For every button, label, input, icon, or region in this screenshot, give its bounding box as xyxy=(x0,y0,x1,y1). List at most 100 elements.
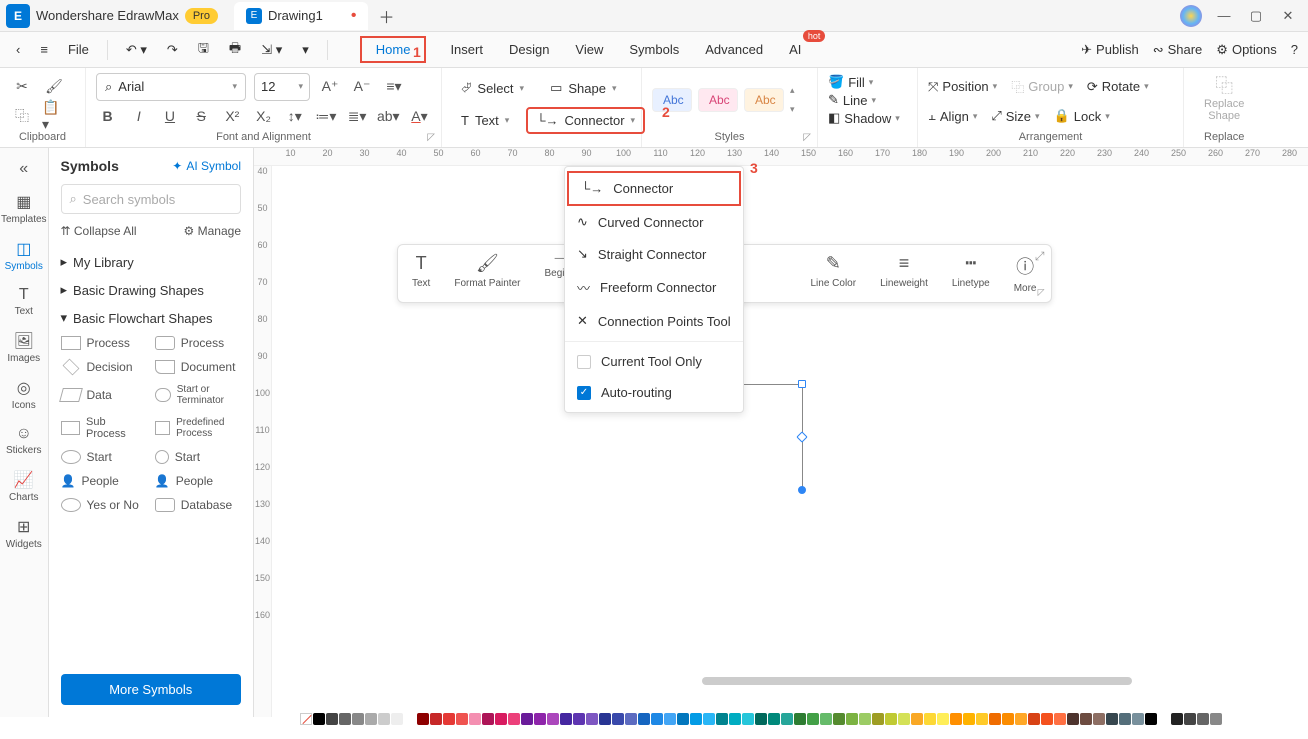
shape-decision[interactable]: Decision xyxy=(61,360,147,374)
color-swatch[interactable] xyxy=(508,713,520,725)
color-swatch[interactable] xyxy=(690,713,702,725)
color-swatch[interactable] xyxy=(820,713,832,725)
style-down[interactable]: ▾ xyxy=(790,104,795,115)
color-swatch[interactable] xyxy=(495,713,507,725)
tab-advanced[interactable]: Advanced xyxy=(703,36,765,63)
canvas[interactable]: └→Connector ∿Curved Connector ↘Straight … xyxy=(272,166,1308,717)
color-swatch[interactable] xyxy=(794,713,806,725)
color-swatch[interactable] xyxy=(482,713,494,725)
color-swatch[interactable] xyxy=(469,713,481,725)
tree-my-library[interactable]: ▸ My Library xyxy=(61,248,242,276)
bullets-button[interactable]: ≔▾ xyxy=(314,104,337,128)
close-button[interactable]: ✕ xyxy=(1278,6,1298,26)
ft-format-painter[interactable]: 🖌Format Painter xyxy=(446,251,528,296)
color-swatch[interactable] xyxy=(859,713,871,725)
color-swatch[interactable] xyxy=(729,713,741,725)
tab-symbols[interactable]: Symbols xyxy=(627,36,681,63)
handle-mid-v[interactable] xyxy=(796,431,807,442)
color-swatch[interactable] xyxy=(547,713,559,725)
dd-curved[interactable]: ∿Curved Connector xyxy=(565,206,743,238)
copy-button[interactable]: ⿻ xyxy=(10,104,34,128)
more-symbols-button[interactable]: More Symbols xyxy=(61,674,242,705)
color-swatch[interactable] xyxy=(1067,713,1079,725)
dd-current-only[interactable]: Current Tool Only xyxy=(565,346,743,377)
shape-process[interactable]: Process xyxy=(61,336,147,350)
shape-people-alt[interactable]: 👤People xyxy=(155,474,241,488)
color-swatch[interactable] xyxy=(755,713,767,725)
italic-button[interactable]: I xyxy=(127,104,150,128)
more-qat-button[interactable]: ▾ xyxy=(296,38,315,62)
print-button[interactable]: 🖶 xyxy=(223,35,247,65)
color-swatch[interactable] xyxy=(521,713,533,725)
color-swatch[interactable] xyxy=(625,713,637,725)
style-preset-1[interactable]: Abc xyxy=(652,88,692,112)
tree-basic-drawing[interactable]: ▸ Basic Drawing Shapes xyxy=(61,276,242,304)
font-size-select[interactable]: 12▾ xyxy=(254,73,310,101)
ft-lineweight[interactable]: ≡Lineweight xyxy=(872,251,936,296)
color-swatch[interactable] xyxy=(781,713,793,725)
publish-button[interactable]: ✈Publish xyxy=(1081,42,1139,58)
color-swatch[interactable] xyxy=(534,713,546,725)
color-swatch[interactable] xyxy=(963,713,975,725)
ft-line-color[interactable]: ✎Line Color xyxy=(802,251,864,296)
nav-text[interactable]: TText xyxy=(1,280,47,323)
share-button[interactable]: ∾Share xyxy=(1153,42,1203,58)
color-swatch[interactable] xyxy=(1197,713,1209,725)
color-swatch[interactable] xyxy=(1041,713,1053,725)
format-painter-button[interactable]: 🖌 xyxy=(42,75,66,99)
subscript-button[interactable]: X₂ xyxy=(252,104,275,128)
ft-text[interactable]: TText xyxy=(404,251,438,296)
color-swatch[interactable] xyxy=(1028,713,1040,725)
color-swatch[interactable] xyxy=(560,713,572,725)
position-button[interactable]: ⤧Position▾ xyxy=(928,79,997,95)
color-swatch[interactable] xyxy=(352,713,364,725)
color-swatch[interactable] xyxy=(313,713,325,725)
style-preset-2[interactable]: Abc xyxy=(698,88,738,112)
minimize-button[interactable]: — xyxy=(1214,6,1234,26)
horizontal-scrollbar[interactable] xyxy=(702,677,1132,685)
new-tab-button[interactable]: ＋ xyxy=(374,4,398,28)
dd-connector[interactable]: └→Connector xyxy=(567,171,741,206)
menu-button[interactable]: ≡ xyxy=(34,38,54,61)
help-button[interactable]: ? xyxy=(1291,42,1298,57)
color-swatch[interactable] xyxy=(807,713,819,725)
nav-widgets[interactable]: ⊞Widgets xyxy=(1,511,47,556)
collapse-all-button[interactable]: ⇈ Collapse All xyxy=(61,224,137,238)
color-swatch[interactable] xyxy=(976,713,988,725)
color-swatch[interactable] xyxy=(911,713,923,725)
no-fill-swatch[interactable] xyxy=(300,713,312,725)
line-spacing-button[interactable]: ↕▾ xyxy=(283,104,306,128)
shape-people[interactable]: 👤People xyxy=(61,474,147,488)
align-button[interactable]: ⫠Align▾ xyxy=(928,108,977,124)
tab-insert[interactable]: Insert xyxy=(448,36,485,63)
bold-button[interactable]: B xyxy=(96,104,119,128)
color-swatch[interactable] xyxy=(638,713,650,725)
color-swatch[interactable] xyxy=(1093,713,1105,725)
color-swatch[interactable] xyxy=(430,713,442,725)
color-swatch[interactable] xyxy=(456,713,468,725)
decrease-font-button[interactable]: A⁻ xyxy=(350,75,374,99)
paste-button[interactable]: 📋▾ xyxy=(42,104,66,128)
undo-button[interactable]: ↶ ▾ xyxy=(120,38,153,62)
font-family-select[interactable]: ⌕ Arial ▾ xyxy=(96,73,246,101)
color-swatch[interactable] xyxy=(339,713,351,725)
size-button[interactable]: ⤢Size▾ xyxy=(991,108,1039,124)
text-case-button[interactable]: ab▾ xyxy=(377,104,400,128)
color-swatch[interactable] xyxy=(950,713,962,725)
color-swatch[interactable] xyxy=(391,713,403,725)
shape-start-oval[interactable]: Start xyxy=(61,450,147,464)
color-swatch[interactable] xyxy=(1119,713,1131,725)
style-up[interactable]: ▴ xyxy=(790,85,795,96)
color-swatch[interactable] xyxy=(1054,713,1066,725)
shape-data[interactable]: Data xyxy=(61,384,147,406)
select-tool[interactable]: ⮰Select▾ xyxy=(452,75,533,101)
tree-basic-flowchart[interactable]: ▾ Basic Flowchart Shapes xyxy=(61,304,242,332)
options-button[interactable]: ⚙Options xyxy=(1216,42,1276,58)
handle-corner[interactable] xyxy=(798,380,806,388)
color-swatch[interactable] xyxy=(989,713,1001,725)
pin-icon[interactable]: ⤢ xyxy=(1035,249,1045,264)
underline-button[interactable]: U xyxy=(158,104,181,128)
fill-button[interactable]: 🪣Fill▾ xyxy=(828,74,907,90)
style-preset-3[interactable]: Abc xyxy=(744,88,784,112)
color-swatch[interactable] xyxy=(703,713,715,725)
